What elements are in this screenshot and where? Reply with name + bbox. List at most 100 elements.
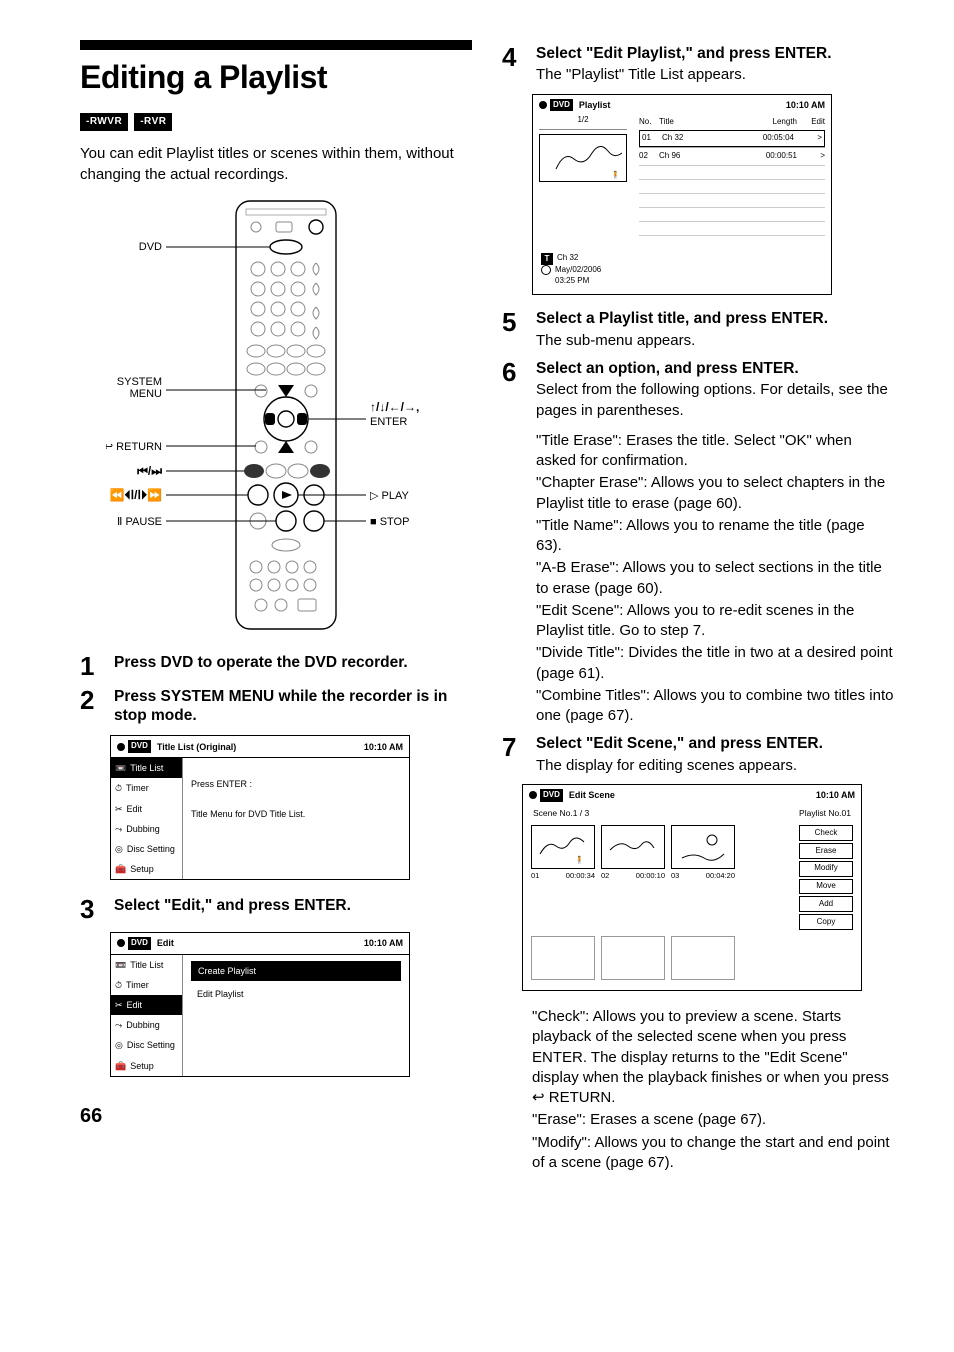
scene-btn-copy[interactable]: Copy xyxy=(799,914,853,930)
osd-title: Title List (Original) xyxy=(157,741,236,753)
remote-diagram: DVD SYSTEM MENU ↩ RETURN ⏮/⏭ ⏪⏴Ⅰ/Ⅰ⏵⏩ Ⅱ P… xyxy=(80,195,472,635)
osd-main-line1: Press ENTER : xyxy=(191,778,401,790)
scene-1[interactable]: 🧍 0100:00:34 xyxy=(531,825,595,930)
scene-btn-add[interactable]: Add xyxy=(799,896,853,912)
sidebar-item-timer[interactable]: ⏱Timer xyxy=(111,778,182,798)
sidebar-item-setup[interactable]: 🧰Setup xyxy=(111,859,182,879)
step-5: 5 Select a Playlist title, and press ENT… xyxy=(502,309,894,351)
sidebar-item-discsetting[interactable]: ◎Disc Setting xyxy=(111,839,182,859)
svg-text:MENU: MENU xyxy=(130,388,162,400)
osd-playlist: DVD Playlist 10:10 AM 1/2 🧍 No. xyxy=(532,94,832,296)
sidebar-item-edit[interactable]: ✂Edit xyxy=(111,995,182,1015)
osd-title-list: DVD Title List (Original) 10:10 AM 📼Titl… xyxy=(110,735,410,880)
svg-text:Ⅱ PAUSE: Ⅱ PAUSE xyxy=(117,516,162,528)
playlist-row-1[interactable]: 01 Ch 32 00:05:04 > xyxy=(639,130,825,147)
badge-rvr: -RVR xyxy=(134,113,172,131)
step-number: 1 xyxy=(80,653,104,679)
scene-slot-empty xyxy=(671,936,735,980)
scene-2[interactable]: 0200:00:10 xyxy=(601,825,665,930)
scene-btn-check[interactable]: Check xyxy=(799,825,853,841)
scene-slot-empty xyxy=(601,936,665,980)
format-badges: -RWVR -RVR xyxy=(80,113,472,131)
svg-text:ENTER: ENTER xyxy=(370,416,407,428)
svg-text:⏪⏴Ⅰ/Ⅰ⏵⏩: ⏪⏴Ⅰ/Ⅰ⏵⏩ xyxy=(110,488,162,502)
osd-time: 10:10 AM xyxy=(786,99,825,111)
step-number: 2 xyxy=(80,687,104,726)
osd-time: 10:10 AM xyxy=(364,937,403,949)
svg-text:↑/↓/←/→,: ↑/↓/←/→, xyxy=(370,400,419,414)
step-4: 4 Select "Edit Playlist," and press ENTE… xyxy=(502,44,894,86)
sidebar-item-edit[interactable]: ✂Edit xyxy=(111,799,182,819)
osd-time: 10:10 AM xyxy=(364,741,403,753)
sidebar-item-dubbing[interactable]: ⤳Dubbing xyxy=(111,1015,182,1035)
step-7-after-1: "Check": Allows you to preview a scene. … xyxy=(532,1007,894,1108)
intro-text: You can edit Playlist titles or scenes w… xyxy=(80,143,472,185)
sidebar-item-discsetting[interactable]: ◎Disc Setting xyxy=(111,1035,182,1055)
remote-svg: DVD SYSTEM MENU ↩ RETURN ⏮/⏭ ⏪⏴Ⅰ/Ⅰ⏵⏩ Ⅱ P… xyxy=(106,195,446,635)
playlist-info-date: May/02/2006 xyxy=(555,265,601,276)
step-4-sub: The "Playlist" Title List appears. xyxy=(536,65,894,85)
step-7: 7 Select "Edit Scene," and press ENTER. … xyxy=(502,734,894,776)
sidebar-item-titlelist[interactable]: 📼Title List xyxy=(111,955,182,975)
step-6-opt-7: "Combine Titles": Allows you to combine … xyxy=(536,686,894,727)
sidebar-item-setup[interactable]: 🧰Setup xyxy=(111,1056,182,1076)
step-number: 5 xyxy=(502,309,526,351)
step-3: 3 Select "Edit," and press ENTER. xyxy=(80,896,472,922)
step-6-head: Select an option, and press ENTER. xyxy=(536,359,894,378)
step-4-head: Select "Edit Playlist," and press ENTER. xyxy=(536,44,894,63)
step-2: 2 Press SYSTEM MENU while the recorder i… xyxy=(80,687,472,726)
scene-btn-modify[interactable]: Modify xyxy=(799,861,853,877)
step-6-opt-3: "Title Name": Allows you to rename the t… xyxy=(536,516,894,557)
step-6: 6 Select an option, and press ENTER. Sel… xyxy=(502,359,894,726)
scene-slot-empty xyxy=(531,936,595,980)
svg-text:🧍: 🧍 xyxy=(575,855,584,864)
sidebar-item-dubbing[interactable]: ⤳Dubbing xyxy=(111,819,182,839)
osd-title: Edit xyxy=(157,937,174,949)
step-number: 6 xyxy=(502,359,526,726)
osd-title: Edit Scene xyxy=(569,789,615,801)
edit-row-create[interactable]: Create Playlist xyxy=(191,961,401,981)
playlist-pager: 1/2 xyxy=(539,115,627,130)
playlist-info-time: 03:25 PM xyxy=(555,276,589,287)
step-7-head: Select "Edit Scene," and press ENTER. xyxy=(536,734,894,753)
playlist-info-title: Ch 32 xyxy=(557,253,578,264)
svg-text:■ STOP: ■ STOP xyxy=(370,516,409,528)
osd-main-line2: Title Menu for DVD Title List. xyxy=(191,808,401,820)
page-title: Editing a Playlist xyxy=(80,56,472,99)
step-6-opt-2: "Chapter Erase": Allows you to select ch… xyxy=(536,473,894,514)
sidebar-item-titlelist[interactable]: 📼Title List xyxy=(111,758,182,778)
step-6-opt-5: "Edit Scene": Allows you to re-edit scen… xyxy=(536,601,894,642)
step-6-opt-6: "Divide Title": Divides the title in two… xyxy=(536,643,894,684)
step-2-head: Press SYSTEM MENU while the recorder is … xyxy=(114,687,472,726)
playlist-number: Playlist No.01 xyxy=(799,808,851,819)
scene-btn-erase[interactable]: Erase xyxy=(799,843,853,859)
svg-text:▷ PLAY: ▷ PLAY xyxy=(370,490,409,502)
step-1-head: Press DVD to operate the DVD recorder. xyxy=(114,653,472,672)
step-1: 1 Press DVD to operate the DVD recorder. xyxy=(80,653,472,679)
osd-edit: DVD Edit 10:10 AM 📼Title List ⏱Timer ✂Ed… xyxy=(110,932,410,1077)
svg-text:SYSTEM: SYSTEM xyxy=(117,376,162,388)
osd-edit-scene: DVD Edit Scene 10:10 AM Scene No.1 / 3 P… xyxy=(522,784,862,991)
sidebar-item-timer[interactable]: ⏱Timer xyxy=(111,975,182,995)
svg-text:↩ RETURN: ↩ RETURN xyxy=(106,441,162,453)
svg-text:⏮/⏭: ⏮/⏭ xyxy=(137,464,162,478)
osd-time: 10:10 AM xyxy=(816,789,855,801)
step-7-after-2: "Erase": Erases a scene (page 67). xyxy=(532,1110,894,1130)
page-number: 66 xyxy=(80,1103,472,1130)
step-number: 4 xyxy=(502,44,526,86)
step-5-head: Select a Playlist title, and press ENTER… xyxy=(536,309,894,328)
scene-3[interactable]: 0300:04:20 xyxy=(671,825,735,930)
step-number: 7 xyxy=(502,734,526,776)
step-7-sub: The display for editing scenes appears. xyxy=(536,756,894,776)
scene-btn-move[interactable]: Move xyxy=(799,879,853,895)
playlist-row-2[interactable]: 02 Ch 96 00:00:51 > xyxy=(639,147,825,165)
playlist-thumbnail: 🧍 xyxy=(539,134,627,182)
scene-counter: Scene No.1 / 3 xyxy=(533,808,589,819)
badge-rwvr: -RWVR xyxy=(80,113,128,131)
label-dvd: DVD xyxy=(139,241,162,253)
osd-title: Playlist xyxy=(579,99,611,111)
step-6-sub: Select from the following options. For d… xyxy=(536,380,894,421)
step-number: 3 xyxy=(80,896,104,922)
step-5-sub: The sub-menu appears. xyxy=(536,331,894,351)
edit-row-editplaylist[interactable]: Edit Playlist xyxy=(191,985,401,1003)
